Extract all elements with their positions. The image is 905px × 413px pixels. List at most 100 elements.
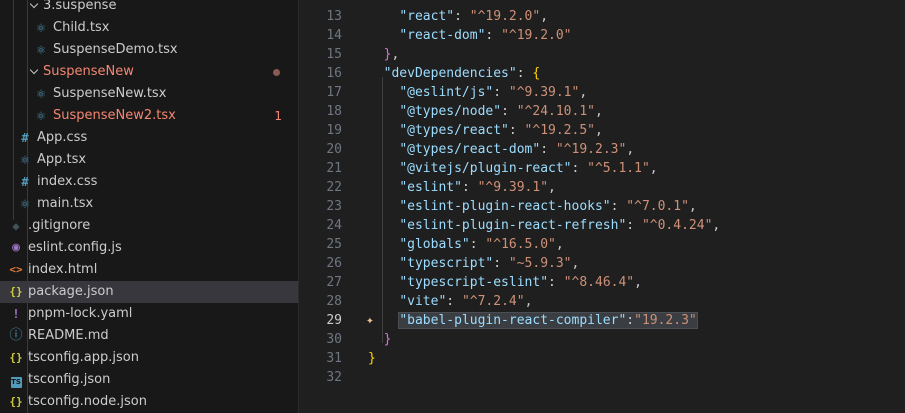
file-item[interactable]: <> index.html	[0, 259, 298, 281]
line-number: 32	[326, 370, 342, 385]
line-number: 29	[326, 313, 342, 328]
problem-count-badge: 1	[274, 109, 282, 123]
file-item[interactable]: {} package.json	[0, 281, 298, 303]
item-label: tsconfig.node.json	[28, 394, 147, 409]
code-line[interactable]: 30 }	[299, 330, 905, 349]
code-line[interactable]: 26 "typescript": "~5.9.3",	[299, 254, 905, 273]
code-text: "@vitejs/plugin-react": "^5.1.1",	[399, 161, 658, 176]
eslint-icon: ◉	[12, 240, 20, 255]
item-label: 3.suspense	[43, 0, 117, 13]
item-label: package.json	[28, 284, 114, 299]
item-label: Child.tsx	[53, 20, 110, 35]
modified-dot	[273, 69, 280, 76]
code-text: }	[383, 332, 392, 347]
code-line[interactable]: 24 "eslint-plugin-react-refresh": "^0.4.…	[299, 216, 905, 235]
code-editor[interactable]: 13 "react": "^19.2.0", 14 "react-dom": "^…	[299, 0, 905, 413]
file-item[interactable]: ⚛ SuspenseNew2.tsx 1	[0, 105, 298, 127]
line-number: 16	[326, 66, 342, 81]
code-line[interactable]: 15 },	[299, 45, 905, 64]
line-number: 20	[326, 142, 342, 157]
file-item[interactable]: ⚛ Child.tsx	[0, 17, 298, 39]
react-icon: ⚛	[36, 20, 46, 36]
typescript-icon: TS	[10, 377, 22, 388]
file-item[interactable]: ⚛ App.tsx	[0, 149, 298, 171]
code-line[interactable]: 22 "eslint": "^9.39.1",	[299, 178, 905, 197]
item-label: SuspenseNew2.tsx	[53, 108, 176, 123]
item-label: eslint.config.js	[28, 240, 122, 255]
code-text: }	[368, 351, 376, 366]
code-line[interactable]: 23 "eslint-plugin-react-hooks": "^7.0.1"…	[299, 197, 905, 216]
code-text: "@types/node": "^24.10.1",	[399, 104, 603, 119]
line-number: 17	[326, 85, 342, 100]
code-text: "eslint": "^9.39.1",	[399, 180, 556, 195]
item-label: SuspenseNew.tsx	[53, 86, 167, 101]
file-item[interactable]: TS tsconfig.json	[0, 369, 298, 391]
item-label: tsconfig.json	[28, 372, 111, 387]
file-item[interactable]: ⓘ README.md	[0, 325, 298, 347]
code-line[interactable]: 20 "@types/react-dom": "^19.2.3",	[299, 140, 905, 159]
line-number: 21	[326, 161, 342, 176]
chevron-down-icon[interactable]	[29, 61, 41, 83]
json-icon: {}	[9, 285, 23, 298]
html-icon: <>	[9, 263, 23, 276]
item-label: App.tsx	[37, 152, 87, 167]
file-item[interactable]: {} tsconfig.app.json	[0, 347, 298, 369]
file-item[interactable]: # index.css	[0, 171, 298, 193]
line-number: 31	[326, 351, 342, 366]
file-item[interactable]: ◉ eslint.config.js	[0, 237, 298, 259]
code-line[interactable]: 28 "vite": "^7.2.4",	[299, 292, 905, 311]
code-text: "devDependencies": {	[383, 66, 541, 81]
code-line[interactable]: 16 "devDependencies": {	[299, 64, 905, 83]
file-item[interactable]: ⚛ SuspenseNew.tsx	[0, 83, 298, 105]
line-number: 26	[326, 256, 342, 271]
code-line[interactable]: 13 "react": "^19.2.0",	[299, 7, 905, 26]
code-line[interactable]: 19 "@types/react": "^19.2.5",	[299, 121, 905, 140]
code-text: "babel-plugin-react-compiler":"19.2.3"	[398, 312, 698, 329]
item-label: tsconfig.app.json	[28, 350, 139, 365]
code-line[interactable]: 21 "@vitejs/plugin-react": "^5.1.1",	[299, 159, 905, 178]
code-text: "globals": "^16.5.0",	[399, 237, 564, 252]
item-label: main.tsx	[37, 196, 94, 211]
line-number: 14	[326, 28, 342, 43]
file-item[interactable]: ⚛ SuspenseDemo.tsx	[0, 39, 298, 61]
code-text: "@types/react-dom": "^19.2.3",	[399, 142, 635, 157]
code-text: "react": "^19.2.0",	[399, 9, 549, 24]
code-line[interactable]: 29 ✦ "babel-plugin-react-compiler":"19.2.…	[299, 311, 905, 330]
file-item[interactable]: ◆ .gitignore	[0, 215, 298, 237]
item-label: SuspenseDemo.tsx	[53, 42, 178, 57]
react-icon: ⚛	[20, 152, 30, 168]
line-number: 19	[326, 123, 342, 138]
code-line[interactable]: 32	[299, 368, 905, 387]
code-line[interactable]: 27 "typescript-eslint": "^8.46.4",	[299, 273, 905, 292]
hash-icon: #	[21, 131, 29, 145]
file-item[interactable]: {} tsconfig.node.json	[0, 391, 298, 413]
react-icon: ⚛	[36, 108, 46, 124]
line-number: 22	[326, 180, 342, 195]
file-item[interactable]: # App.css	[0, 127, 298, 149]
code-line[interactable]: 18 "@types/node": "^24.10.1",	[299, 102, 905, 121]
folder-item[interactable]: 3.suspense	[0, 0, 298, 17]
item-label: index.html	[28, 262, 98, 277]
code-text: "eslint-plugin-react-refresh": "^0.4.24"…	[399, 218, 721, 233]
react-icon: ⚛	[36, 86, 46, 102]
code-text: "@eslint/js": "^9.39.1",	[399, 85, 588, 100]
chevron-down-icon[interactable]	[29, 0, 41, 17]
item-label: index.css	[37, 174, 98, 189]
code-text: "vite": "^7.2.4",	[399, 294, 533, 309]
code-line[interactable]: 14 "react-dom": "^19.2.0"	[299, 26, 905, 45]
code-text: },	[383, 47, 400, 62]
hash-icon: #	[21, 175, 29, 189]
code-line[interactable]: 31}	[299, 349, 905, 368]
file-item[interactable]: ⚛ main.tsx	[0, 193, 298, 215]
line-number: 27	[326, 275, 342, 290]
code-text: "react-dom": "^19.2.0"	[399, 28, 572, 43]
code-line[interactable]: 25 "globals": "^16.5.0",	[299, 235, 905, 254]
json-icon: {}	[9, 351, 23, 364]
file-item[interactable]: ! pnpm-lock.yaml	[0, 303, 298, 325]
info-icon: ⓘ	[9, 328, 23, 343]
item-label: README.md	[28, 328, 109, 343]
line-number: 24	[326, 218, 342, 233]
code-line[interactable]: 17 "@eslint/js": "^9.39.1",	[299, 83, 905, 102]
folder-item[interactable]: SuspenseNew	[0, 61, 298, 83]
explorer-sidebar: 3.suspense ⚛ Child.tsx ⚛ SuspenseDemo.tsx Sus…	[0, 0, 298, 413]
